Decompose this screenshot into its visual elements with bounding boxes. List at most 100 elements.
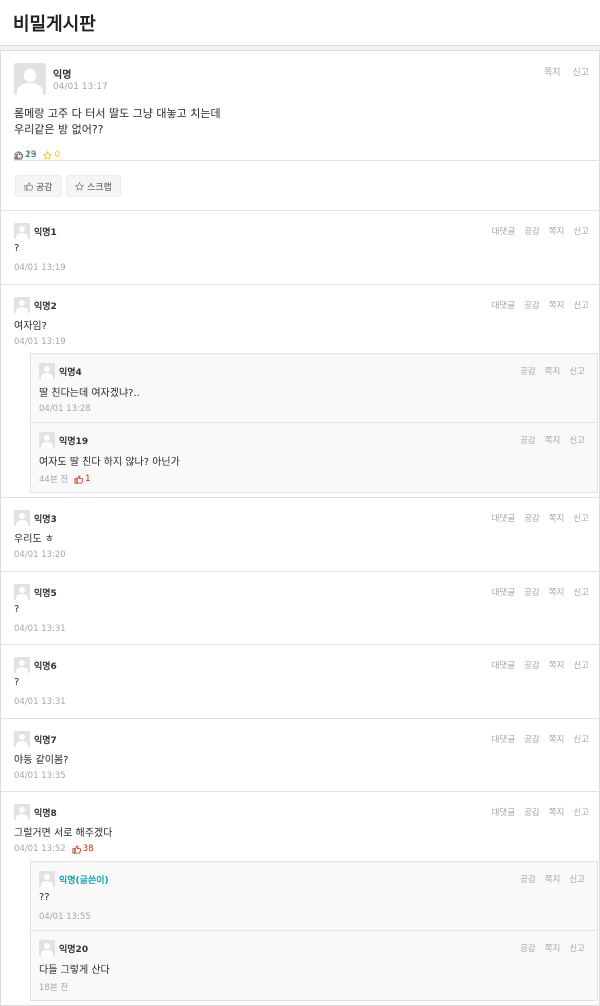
- board-title[interactable]: 비밀게시판: [13, 10, 96, 36]
- message-button[interactable]: 쪽지: [549, 299, 565, 311]
- comment-text: 다들 그렇게 산다: [39, 965, 110, 976]
- article-actions: 쪽지 신고: [535, 65, 589, 78]
- comment-actions: 대댓글 공감 쪽지 신고: [492, 659, 589, 671]
- comment-text: ?: [14, 243, 20, 254]
- comment-vote-value: 1: [85, 474, 91, 484]
- comment-item: 익명6 대댓글 공감 쪽지 신고 ? 04/01 13:31: [1, 645, 600, 719]
- comment-author: 익명4: [59, 368, 82, 378]
- comment-item: 익명5 대댓글 공감 쪽지 신고 ? 04/01 13:31: [1, 572, 600, 645]
- comment-time: 04/01 13:52 38: [14, 844, 94, 854]
- person-icon: [14, 657, 30, 673]
- comment-time-value: 04/01 13:31: [14, 624, 66, 634]
- speech-bubble-icon: [14, 150, 23, 160]
- vote-button[interactable]: 공감: [524, 733, 540, 745]
- comment-author: 익명2: [34, 302, 57, 312]
- vote-button[interactable]: 공감: [520, 434, 536, 446]
- person-icon: [14, 804, 30, 820]
- article-stats: 23 19 0: [14, 150, 600, 161]
- comment-time: 04/01 13:35: [14, 771, 66, 781]
- report-button[interactable]: 신고: [573, 806, 589, 818]
- scrap-button[interactable]: 스크랩: [66, 175, 121, 197]
- message-button[interactable]: 쪽지: [549, 225, 565, 237]
- message-button[interactable]: 쪽지: [545, 434, 561, 446]
- report-button[interactable]: 신고: [573, 512, 589, 524]
- comment-item: 익명7 대댓글 공감 쪽지 신고 야동 같이봄? 04/01 13:35: [1, 719, 600, 792]
- comment-vote-value: 38: [82, 844, 94, 854]
- comment-time: 04/01 13:28: [39, 404, 91, 414]
- comment-time-value: 04/01 13:52: [14, 844, 66, 854]
- reply-button[interactable]: 대댓글: [492, 586, 515, 598]
- comment-time: 04/01 13:20: [14, 550, 66, 560]
- vote-button[interactable]: 공감: [15, 175, 62, 197]
- report-button[interactable]: 신고: [569, 434, 585, 446]
- report-button[interactable]: 신고: [569, 873, 585, 885]
- vote-button[interactable]: 공감: [524, 225, 540, 237]
- message-button[interactable]: 쪽지: [549, 733, 565, 745]
- article-body-line: 우리같은 방 없어??: [14, 123, 104, 136]
- comment-vote: 1: [74, 474, 91, 484]
- vote-button[interactable]: 공감: [524, 512, 540, 524]
- report-button[interactable]: 신고: [569, 365, 585, 377]
- comment-item: 익명3 대댓글 공감 쪽지 신고 우리도 ㅎ 04/01 13:20: [1, 498, 600, 572]
- child-comment: 익명(글쓴이) 공감 쪽지 신고 ?? 04/01 13:55: [30, 861, 598, 931]
- comment-actions: 대댓글 공감 쪽지 신고: [492, 586, 589, 598]
- comment-text: 그럴거면 서로 해주겠다: [14, 828, 113, 839]
- comment-time: 04/01 13:19: [14, 263, 66, 273]
- message-button[interactable]: 쪽지: [549, 586, 565, 598]
- reply-button[interactable]: 대댓글: [492, 299, 515, 311]
- reply-button[interactable]: 대댓글: [492, 659, 515, 671]
- article-author: 익명: [53, 70, 72, 81]
- vote-button[interactable]: 공감: [524, 299, 540, 311]
- reply-button[interactable]: 대댓글: [492, 512, 515, 524]
- message-button[interactable]: 쪽지: [549, 659, 565, 671]
- report-button[interactable]: 신고: [569, 942, 585, 954]
- message-button[interactable]: 쪽지: [545, 942, 561, 954]
- thumbs-up-icon: [72, 844, 81, 854]
- article: 익명 04/01 13:17 쪽지 신고 롬메랑 고주 다 터서 딸도 그냥 대…: [1, 51, 600, 211]
- comment-text: ?: [14, 677, 20, 688]
- comment-actions: 공감 쪽지 신고: [520, 434, 585, 446]
- vote-button[interactable]: 공감: [520, 873, 536, 885]
- reply-button[interactable]: 대댓글: [492, 806, 515, 818]
- report-button[interactable]: 신고: [573, 586, 589, 598]
- comment-actions: 공감 쪽지 신고: [520, 873, 585, 885]
- comment-author: 익명20: [59, 945, 89, 955]
- comment-actions: 대댓글 공감 쪽지 신고: [492, 733, 589, 745]
- comment-text: ?: [14, 604, 20, 615]
- comment-time: 04/01 13:31: [14, 624, 66, 634]
- report-button[interactable]: 신고: [573, 733, 589, 745]
- comment-actions: 공감 쪽지 신고: [520, 942, 585, 954]
- comment-time-value: 18분 전: [39, 983, 69, 993]
- message-button[interactable]: 쪽지: [545, 873, 561, 885]
- comment-time: 04/01 13:31: [14, 697, 66, 707]
- comment-item: 익명1 대댓글 공감 쪽지 신고 ? 04/01 13:19: [1, 211, 600, 285]
- report-button[interactable]: 신고: [573, 225, 589, 237]
- article-body: 롬메랑 고주 다 터서 딸도 그냥 대놓고 치는데 우리같은 방 없어??: [14, 106, 221, 138]
- child-comment: 익명20 공감 쪽지 신고 다들 그렇게 산다 18분 전: [30, 931, 598, 1001]
- person-icon: [14, 731, 30, 747]
- child-comment: 익명19 공감 쪽지 신고 여자도 딸 친다 하지 않나? 아닌가 44분 전 …: [30, 423, 598, 493]
- comment-time: 44분 전 1: [39, 473, 91, 485]
- message-button[interactable]: 쪽지: [544, 68, 561, 78]
- reply-button[interactable]: 대댓글: [492, 733, 515, 745]
- person-icon: [14, 223, 30, 239]
- board-content: 익명 04/01 13:17 쪽지 신고 롬메랑 고주 다 터서 딸도 그냥 대…: [0, 50, 600, 1006]
- vote-button[interactable]: 공감: [520, 365, 536, 377]
- report-button[interactable]: 신고: [573, 659, 589, 671]
- report-button[interactable]: 신고: [572, 68, 589, 78]
- reply-button[interactable]: 대댓글: [492, 225, 515, 237]
- message-button[interactable]: 쪽지: [549, 806, 565, 818]
- vote-button-label: 공감: [36, 182, 53, 193]
- comment-text: 여자임?: [14, 321, 47, 332]
- vote-button[interactable]: 공감: [524, 806, 540, 818]
- vote-button[interactable]: 공감: [524, 586, 540, 598]
- comment-count: 19: [14, 150, 600, 161]
- comment-actions: 대댓글 공감 쪽지 신고: [492, 806, 589, 818]
- vote-button[interactable]: 공감: [520, 942, 536, 954]
- vote-button[interactable]: 공감: [524, 659, 540, 671]
- comment-time: 04/01 13:19: [14, 337, 66, 347]
- message-button[interactable]: 쪽지: [549, 512, 565, 524]
- person-icon: [39, 940, 55, 956]
- message-button[interactable]: 쪽지: [545, 365, 561, 377]
- report-button[interactable]: 신고: [573, 299, 589, 311]
